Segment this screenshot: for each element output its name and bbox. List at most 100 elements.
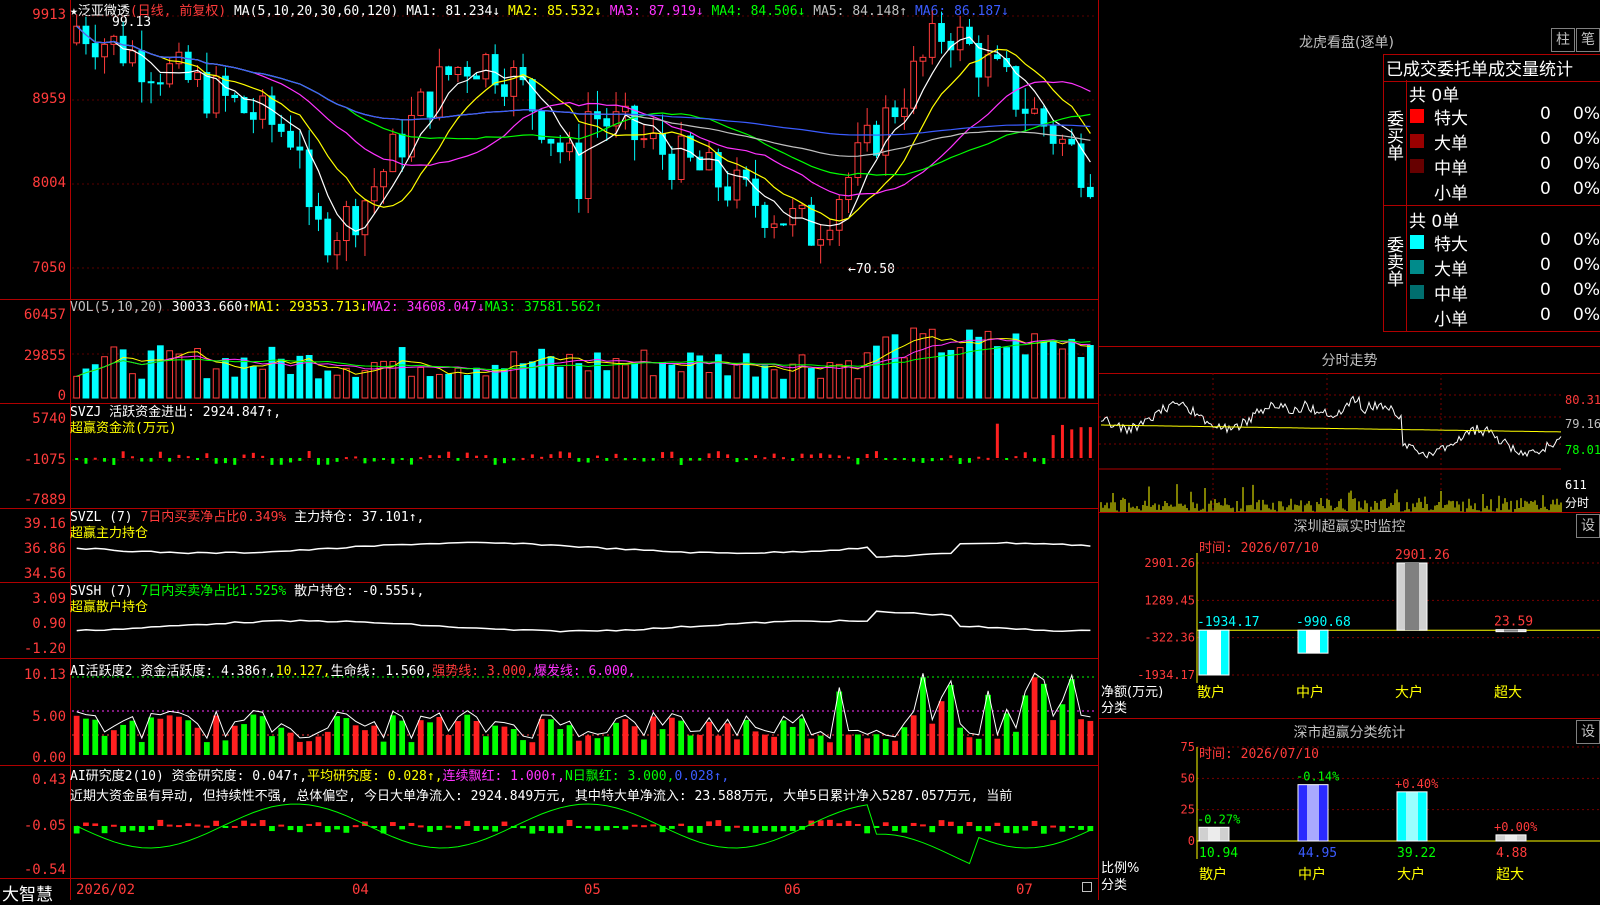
activity-bar	[1013, 731, 1019, 755]
flow-bar	[1088, 427, 1092, 458]
activity-bar	[566, 725, 573, 755]
volume-bar	[184, 359, 192, 399]
research-bar	[557, 826, 564, 834]
volume-bar	[798, 354, 806, 399]
research-bar	[352, 825, 359, 828]
activity-bar	[408, 742, 415, 755]
candle	[882, 107, 890, 156]
candle	[705, 152, 713, 171]
activity-bar	[73, 715, 80, 755]
order-count: 0	[1540, 154, 1551, 174]
research-bar	[120, 826, 127, 833]
volume-bar	[528, 361, 536, 399]
candle	[668, 153, 676, 180]
volume-bar	[584, 370, 592, 399]
intraday-chart	[1099, 373, 1562, 512]
research-bar	[920, 824, 926, 827]
y-tick: 8959	[32, 91, 66, 107]
volume-bar	[482, 375, 490, 399]
order-count: 0	[1540, 255, 1551, 275]
ma2-value: MA2: 85.532↓	[507, 4, 602, 19]
flow-bar	[856, 458, 860, 465]
activity-bar	[780, 720, 787, 755]
flow-bar	[493, 458, 497, 465]
order-row: 特大 0 0%	[1408, 104, 1600, 129]
activity-bar	[92, 719, 99, 755]
volume-bar	[575, 363, 583, 399]
research-bar	[529, 826, 536, 834]
order-row: 小单 0 0%	[1408, 305, 1600, 330]
chart-area[interactable]: ★泛亚微透(日线, 前复权) MA(5,10,20,30,60,120) MA1…	[0, 0, 1099, 905]
volume-bar	[724, 375, 732, 399]
research-bar	[148, 826, 154, 830]
research-bar	[482, 826, 489, 830]
divider	[0, 508, 1099, 509]
intraday-panel[interactable]: 分时走势 80.31 79.16 78.01 611 分时	[1099, 346, 1600, 512]
divider	[0, 765, 1099, 766]
ma5-line	[76, 25, 1091, 157]
flow-bar	[819, 453, 823, 458]
category-label: 中户	[1296, 684, 1324, 701]
volume-bar	[659, 362, 666, 399]
flow-bar	[893, 458, 897, 460]
volume-bar	[501, 368, 508, 399]
volume-bar	[566, 353, 573, 399]
volume-bar	[259, 368, 267, 399]
volume-bar	[1059, 348, 1066, 399]
candle	[408, 114, 415, 158]
svsh-title: SVSH (7) 7日内买卖净占比1.525% 散户持仓: -0.555↓, 超…	[70, 584, 424, 616]
flow-bar	[372, 458, 376, 462]
tick-view-button[interactable]: 笔	[1576, 28, 1600, 52]
activity-bar	[957, 727, 964, 755]
activity-bar	[269, 736, 275, 755]
ma3-value: MA3: 87.919↓	[609, 4, 704, 19]
candle	[956, 26, 964, 51]
flow-bar	[605, 458, 609, 461]
y-tick: 0.43	[32, 772, 66, 788]
ai1-t4: 强势线: 3.000,	[432, 664, 534, 679]
volume-bar	[807, 368, 815, 399]
activity-bar	[1031, 677, 1038, 755]
y-tick: -322.36	[1144, 631, 1195, 645]
flow-bar	[800, 453, 804, 458]
order-type-label: 小单	[1434, 184, 1468, 204]
activity-bar	[148, 717, 154, 755]
flow-bar	[688, 458, 692, 461]
research-bar	[1031, 820, 1038, 826]
volume-bar	[826, 362, 834, 399]
activity-bar	[110, 730, 117, 755]
activity-bar	[929, 723, 936, 755]
tab-orders[interactable]: 委托单	[1437, 60, 1488, 80]
flow-bar	[475, 455, 479, 458]
candle	[1012, 66, 1020, 110]
tab-volume-stats[interactable]: 成交量统计	[1488, 60, 1573, 80]
tab-filled[interactable]: 已成交	[1386, 60, 1437, 80]
flow-bar	[1014, 456, 1018, 459]
bar-view-button[interactable]: 柱	[1551, 28, 1575, 52]
vol-y-axis: 60457 29855 0	[0, 300, 70, 404]
candle	[752, 178, 759, 206]
research-bar	[985, 826, 991, 832]
candle	[817, 239, 825, 246]
lock-icon[interactable]	[1082, 882, 1092, 892]
candle	[203, 72, 211, 114]
activity-bar	[501, 726, 508, 755]
candle	[129, 50, 136, 64]
volume-bar	[166, 350, 174, 399]
category-label: 散户	[1199, 866, 1227, 883]
activity-bar	[176, 716, 182, 755]
activity-bar	[529, 742, 536, 755]
class-bar-center	[1307, 784, 1319, 841]
volume-bar	[510, 351, 518, 399]
activity-bar	[473, 720, 480, 755]
volume-bar	[305, 354, 313, 399]
flow-bar	[521, 457, 525, 460]
ai2-t3: 连续飘红: 1.000↑,	[442, 769, 565, 784]
monitor-xlabel: 分类	[1101, 701, 1128, 716]
flow-bar	[205, 453, 209, 458]
activity-bar	[1078, 719, 1084, 755]
flow-bar	[279, 458, 283, 465]
candle	[984, 54, 992, 78]
activity-bar	[938, 701, 945, 755]
activity-bar	[659, 729, 666, 755]
